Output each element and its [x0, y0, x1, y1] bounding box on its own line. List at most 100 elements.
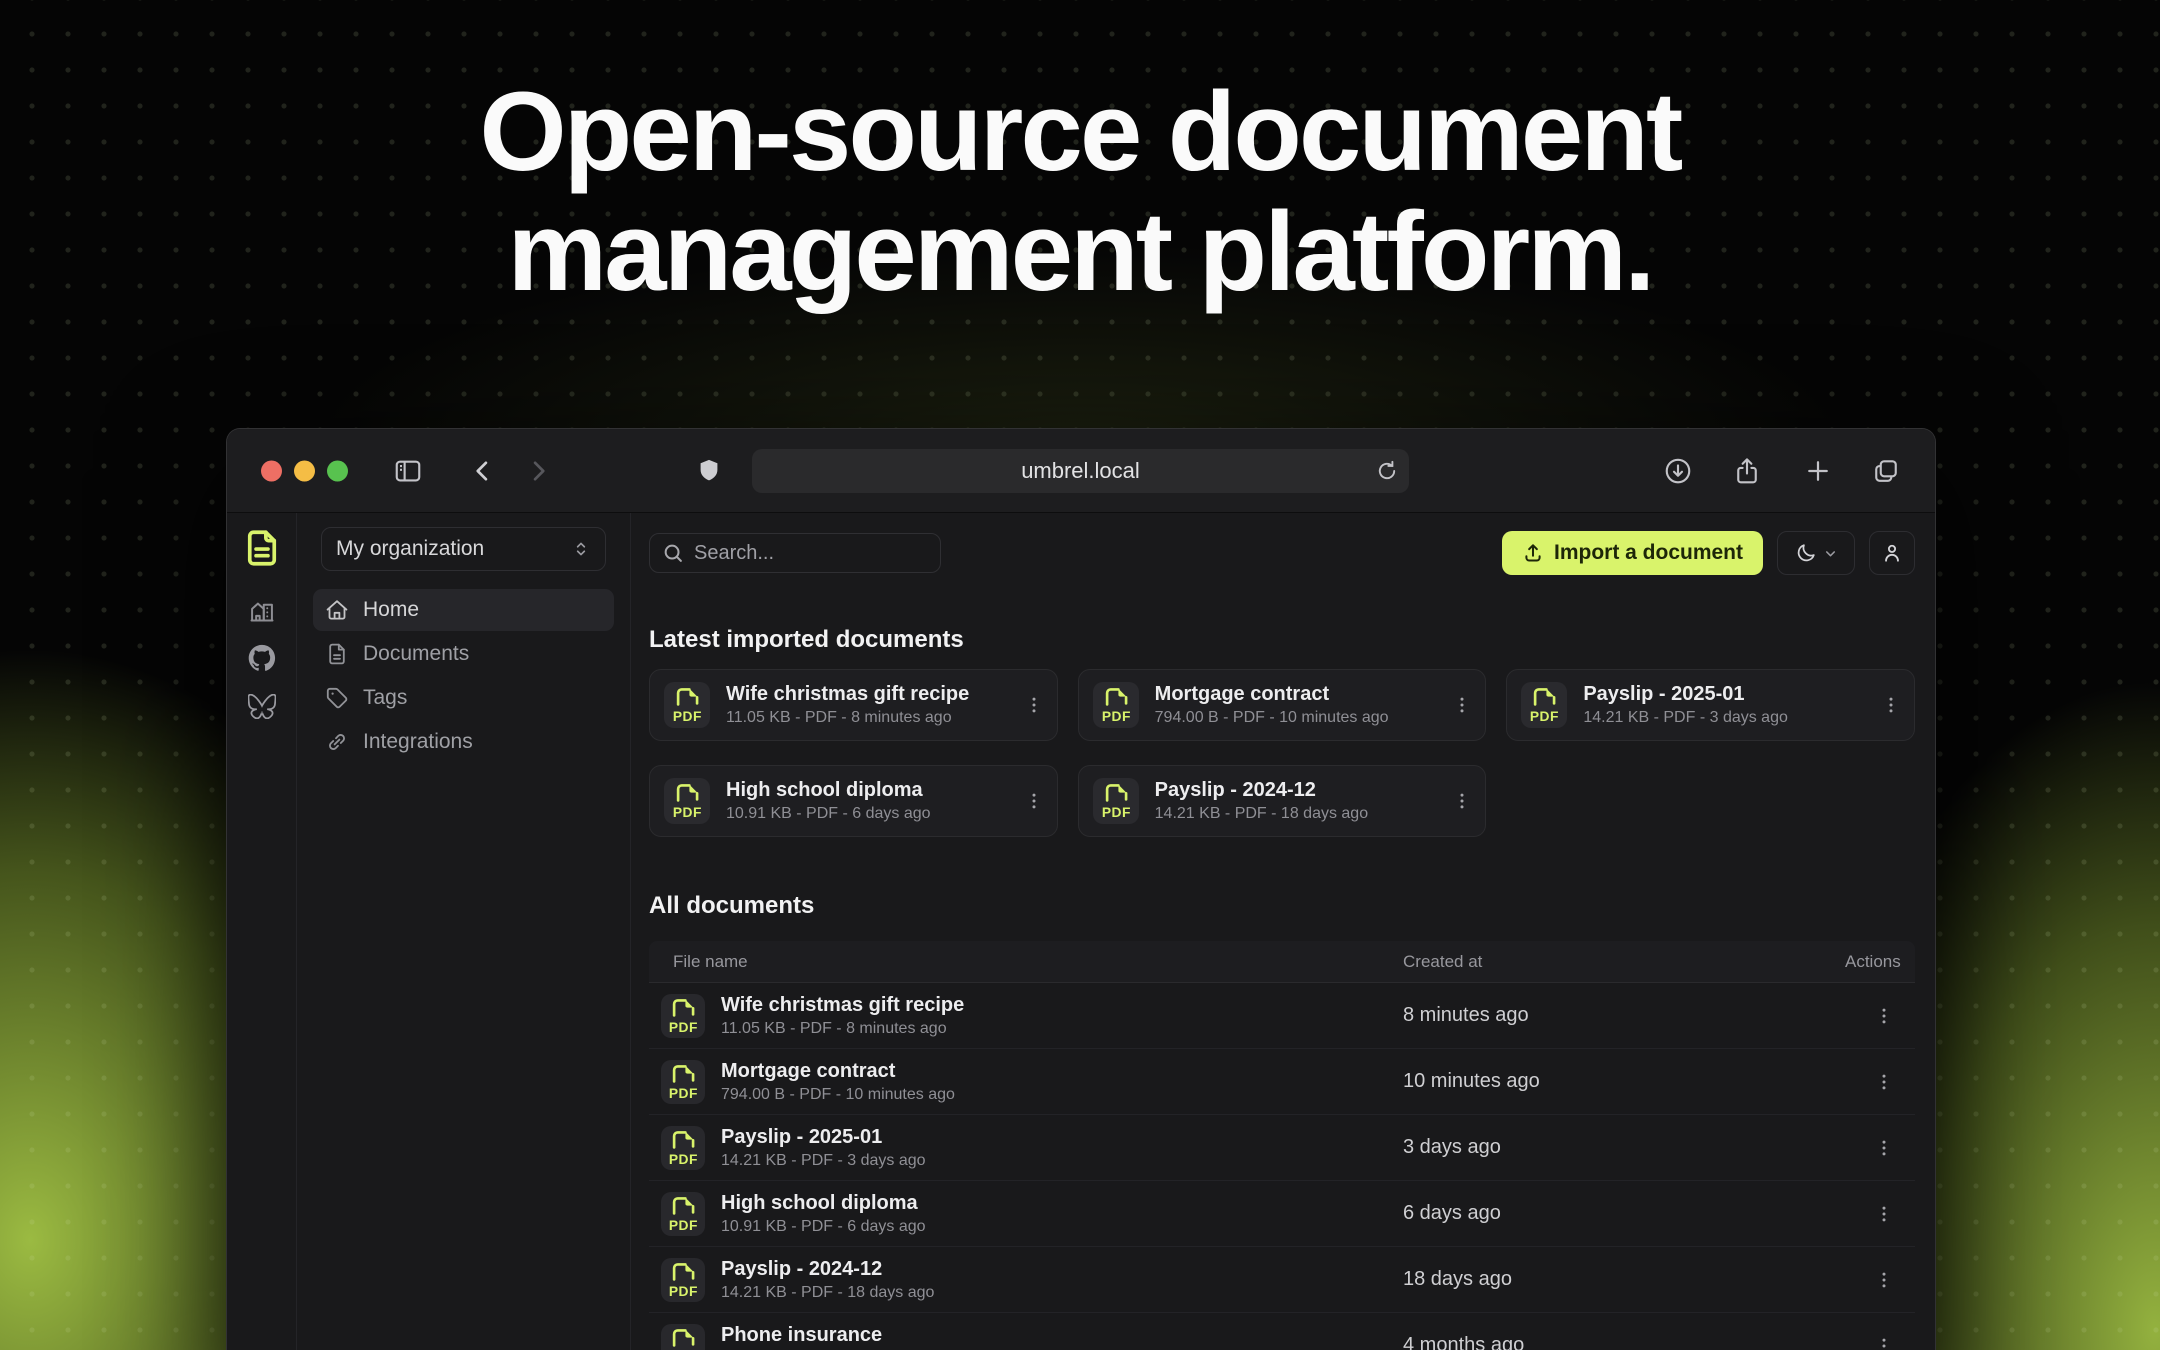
- document-meta: 11.05 KB - PDF - 8 minutes ago: [721, 1020, 964, 1038]
- document-name: Phone insurance: [721, 1324, 953, 1347]
- sidebar: My organization HomeDocumentsTagsIntegra…: [297, 513, 631, 1350]
- document-meta: 14.21 KB - PDF - 18 days ago: [721, 1284, 934, 1302]
- svg-text:PDF: PDF: [1530, 709, 1559, 723]
- kebab-menu-icon[interactable]: [1867, 1260, 1901, 1300]
- kebab-menu-icon[interactable]: [1874, 685, 1908, 725]
- kebab-menu-icon[interactable]: [1867, 996, 1901, 1036]
- document-meta: 10.91 KB - PDF - 6 days ago: [726, 805, 1001, 823]
- github-icon[interactable]: [247, 643, 277, 673]
- sidebar-item-integrations[interactable]: Integrations: [313, 721, 614, 763]
- building-icon[interactable]: [247, 595, 277, 625]
- created-at-value: 8 minutes ago: [1395, 1004, 1845, 1027]
- import-document-button[interactable]: Import a document: [1502, 531, 1763, 575]
- document-card-text: Mortgage contract 794.00 B - PDF - 10 mi…: [1155, 683, 1430, 727]
- minimize-window-button[interactable]: [294, 460, 315, 481]
- kebab-menu-icon[interactable]: [1445, 781, 1479, 821]
- main-topbar: Import a document: [649, 531, 1915, 575]
- kebab-menu-icon[interactable]: [1867, 1062, 1901, 1102]
- butterfly-icon[interactable]: [247, 691, 277, 721]
- close-window-button[interactable]: [261, 460, 282, 481]
- table-row-file: PDF High school diploma 10.91 KB - PDF -…: [649, 1192, 1395, 1236]
- document-row-text: Payslip - 2024-12 14.21 KB - PDF - 18 da…: [721, 1258, 934, 1302]
- column-header-created-at: Created at: [1395, 952, 1845, 972]
- reload-icon[interactable]: [1375, 459, 1399, 483]
- pdf-file-icon: PDF: [1093, 682, 1139, 728]
- document-name: Mortgage contract: [721, 1060, 955, 1083]
- svg-text:PDF: PDF: [669, 1020, 698, 1034]
- moon-icon: [1795, 542, 1817, 564]
- sidebar-item-tags[interactable]: Tags: [313, 677, 614, 719]
- svg-text:PDF: PDF: [669, 1086, 698, 1100]
- table-row[interactable]: PDF Wife christmas gift recipe 11.05 KB …: [649, 983, 1915, 1049]
- document-name: Payslip - 2024-12: [721, 1258, 934, 1281]
- document-card[interactable]: PDF Payslip - 2025-01 14.21 KB - PDF - 3…: [1506, 669, 1915, 741]
- account-button[interactable]: [1869, 531, 1915, 575]
- created-at-value: 10 minutes ago: [1395, 1070, 1845, 1093]
- document-card[interactable]: PDF Wife christmas gift recipe 11.05 KB …: [649, 669, 1058, 741]
- kebab-menu-icon[interactable]: [1867, 1194, 1901, 1234]
- tab-overview-icon[interactable]: [1871, 456, 1901, 486]
- kebab-menu-icon[interactable]: [1867, 1128, 1901, 1168]
- link-icon: [325, 730, 349, 754]
- table-row[interactable]: PDF Mortgage contract 794.00 B - PDF - 1…: [649, 1049, 1915, 1115]
- document-card[interactable]: PDF Payslip - 2024-12 14.21 KB - PDF - 1…: [1078, 765, 1487, 837]
- sidebar-item-home[interactable]: Home: [313, 589, 614, 631]
- chevron-up-down-icon: [571, 539, 591, 559]
- document-name: Wife christmas gift recipe: [726, 683, 969, 705]
- theme-toggle-button[interactable]: [1777, 531, 1855, 575]
- document-card-text: Payslip - 2024-12 14.21 KB - PDF - 18 da…: [1155, 779, 1430, 823]
- svg-text:PDF: PDF: [669, 1284, 698, 1298]
- document-card-text: Payslip - 2025-01 14.21 KB - PDF - 3 day…: [1583, 683, 1858, 727]
- table-row-file: PDF Payslip - 2025-01 14.21 KB - PDF - 3…: [649, 1126, 1395, 1170]
- svg-text:PDF: PDF: [1101, 709, 1130, 723]
- created-at-value: 18 days ago: [1395, 1268, 1845, 1291]
- traffic-lights: [261, 460, 348, 481]
- table-header: File name Created at Actions: [649, 941, 1915, 983]
- table-row[interactable]: PDF High school diploma 10.91 KB - PDF -…: [649, 1181, 1915, 1247]
- document-card[interactable]: PDF High school diploma 10.91 KB - PDF -…: [649, 765, 1058, 837]
- document-card[interactable]: PDF Mortgage contract 794.00 B - PDF - 1…: [1078, 669, 1487, 741]
- import-document-label: Import a document: [1554, 541, 1743, 565]
- table-row[interactable]: PDF Phone insurance 135.43 KB - PDF - 4 …: [649, 1313, 1915, 1350]
- pdf-file-icon: PDF: [1521, 682, 1567, 728]
- new-tab-plus-icon[interactable]: [1804, 457, 1832, 485]
- document-meta: 14.21 KB - PDF - 18 days ago: [1155, 805, 1430, 823]
- shield-icon[interactable]: [695, 457, 723, 485]
- table-row[interactable]: PDF Payslip - 2024-12 14.21 KB - PDF - 1…: [649, 1247, 1915, 1313]
- organization-select[interactable]: My organization: [321, 527, 606, 571]
- document-logo-icon[interactable]: [241, 527, 283, 569]
- kebab-menu-icon[interactable]: [1867, 1326, 1901, 1350]
- document-meta: 10.91 KB - PDF - 6 days ago: [721, 1218, 926, 1236]
- pdf-file-icon: PDF: [661, 1324, 705, 1350]
- search-input[interactable]: [649, 533, 941, 573]
- pdf-file-icon: PDF: [661, 1258, 705, 1302]
- chevron-down-icon: [1823, 546, 1838, 561]
- kebab-menu-icon[interactable]: [1445, 685, 1479, 725]
- document-name: High school diploma: [721, 1192, 926, 1215]
- sidebar-panel-icon[interactable]: [393, 456, 423, 486]
- pdf-file-icon: PDF: [1093, 778, 1139, 824]
- table-row[interactable]: PDF Payslip - 2025-01 14.21 KB - PDF - 3…: [649, 1115, 1915, 1181]
- organization-label: My organization: [336, 537, 484, 561]
- kebab-menu-icon[interactable]: [1017, 781, 1051, 821]
- document-name: Wife christmas gift recipe: [721, 994, 964, 1017]
- document-meta: 14.21 KB - PDF - 3 days ago: [721, 1152, 926, 1170]
- pdf-file-icon: PDF: [661, 1060, 705, 1104]
- browser-window: umbrel.local: [226, 428, 1936, 1350]
- svg-text:PDF: PDF: [669, 1218, 698, 1232]
- column-header-actions: Actions: [1845, 952, 1915, 972]
- app-rail: [227, 513, 297, 1350]
- table-body: PDF Wife christmas gift recipe 11.05 KB …: [649, 983, 1915, 1350]
- url-bar[interactable]: umbrel.local: [752, 449, 1409, 493]
- forward-chevron-icon[interactable]: [524, 457, 552, 485]
- kebab-menu-icon[interactable]: [1017, 685, 1051, 725]
- latest-cards-grid: PDF Wife christmas gift recipe 11.05 KB …: [649, 669, 1915, 837]
- pdf-file-icon: PDF: [661, 1126, 705, 1170]
- back-chevron-icon[interactable]: [469, 457, 497, 485]
- sidebar-item-documents[interactable]: Documents: [313, 633, 614, 675]
- download-icon[interactable]: [1663, 456, 1693, 486]
- zoom-window-button[interactable]: [327, 460, 348, 481]
- share-icon[interactable]: [1732, 456, 1762, 486]
- document-row-text: Wife christmas gift recipe 11.05 KB - PD…: [721, 994, 964, 1038]
- document-row-text: High school diploma 10.91 KB - PDF - 6 d…: [721, 1192, 926, 1236]
